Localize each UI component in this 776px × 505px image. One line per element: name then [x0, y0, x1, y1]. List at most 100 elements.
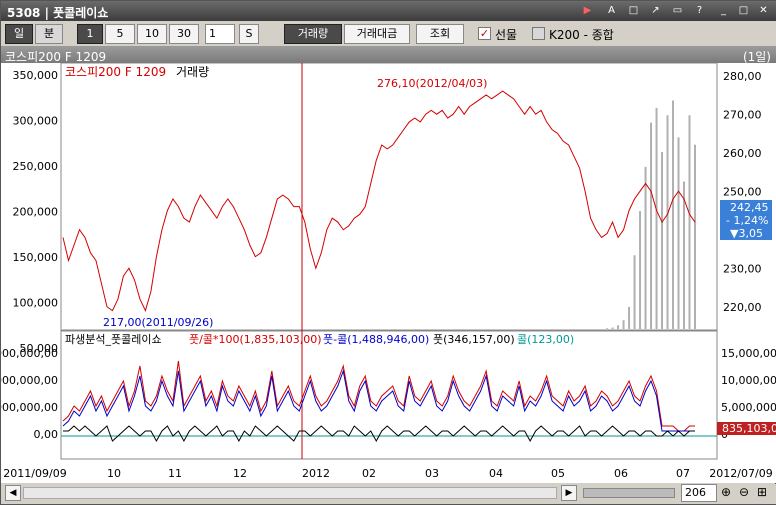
left-axis-label: 350,000: [13, 69, 59, 82]
lower-legend-name: 파생분석_풋콜레이쇼: [65, 333, 162, 346]
minimize-icon[interactable]: _: [717, 5, 730, 17]
amount-button[interactable]: 거래대금: [344, 24, 410, 44]
x-axis-label: 2011/09/09: [3, 467, 66, 480]
right-axis-label: 220,00: [723, 301, 762, 314]
volume-bar: [683, 181, 686, 329]
maximize-icon[interactable]: □: [737, 5, 750, 17]
left-axis-label: 300,000: [13, 115, 59, 128]
k200-checkbox[interactable]: [532, 27, 545, 40]
low-annotation: 217,00(2011/09/26): [103, 316, 213, 329]
left-axis-label: 200,000: [13, 206, 59, 219]
upper-legend-series1: 코스피200 F 1209: [65, 65, 166, 79]
volume-bar: [611, 327, 614, 329]
left-axis-label: 100,000: [13, 297, 59, 310]
volume-button[interactable]: 거래량: [284, 24, 342, 44]
period-input[interactable]: 1: [205, 24, 235, 44]
x-axis-label: 2012: [302, 467, 330, 480]
left-axis-label: 250,000: [13, 160, 59, 173]
price-badge-price: 242,45: [730, 201, 769, 214]
zoom-slider[interactable]: [583, 488, 675, 498]
volume-bar: [666, 115, 669, 329]
k200-label: K200 - 종합: [549, 28, 614, 42]
right-axis-label: 250,00: [723, 186, 762, 199]
lower-right-axis-label: 10,000,000: [721, 374, 776, 387]
volume-bar: [650, 122, 653, 329]
lower-badge-value: 835,103,0: [722, 422, 776, 435]
help-icon[interactable]: ?: [693, 5, 706, 17]
close-icon[interactable]: ✕: [757, 5, 770, 17]
query-button[interactable]: 조회: [416, 24, 464, 44]
lower-legend-s2: 풋-콜(1,488,946,00): [323, 333, 429, 346]
zoom-out-icon[interactable]: ⊖: [739, 485, 749, 499]
x-axis-label: 07: [676, 467, 690, 480]
futures-checkbox[interactable]: ✓: [478, 27, 491, 40]
scroll-right-button[interactable]: ▶: [561, 485, 577, 501]
lower-left-axis-label: 000,000,00: [1, 401, 58, 414]
x-axis-label: 12: [233, 467, 247, 480]
volume-bar: [661, 152, 664, 329]
volume-bar: [617, 325, 620, 329]
chart-area[interactable]: 350,000300,000250,000200,000150,000100,0…: [1, 63, 776, 483]
price-badge-change: ▼3,05: [730, 227, 763, 240]
period-10-button[interactable]: 10: [137, 24, 167, 44]
scroll-left-button[interactable]: ◀: [5, 485, 21, 501]
s-button[interactable]: S: [239, 24, 259, 44]
play-icon[interactable]: ▶: [581, 5, 594, 17]
chart-info-bar: 코스피200 F 1209 (1일): [1, 47, 776, 64]
x-axis-label: 06: [614, 467, 628, 480]
x-axis-label: 04: [489, 467, 503, 480]
lower-legend-s3: 풋(346,157,00): [433, 333, 515, 346]
lower-right-axis-label: 5,000,000: [721, 401, 776, 414]
restore-icon[interactable]: ▭: [671, 5, 684, 17]
scroll-bar: ◀ ▶ 206 ⊕ ⊖ ⊞: [1, 484, 776, 504]
lower-left-axis-label: 0,00: [34, 428, 59, 441]
zoom-in-icon[interactable]: ⊕: [721, 485, 731, 499]
x-axis-label: 05: [551, 467, 565, 480]
x-axis-label: 2012/07/09: [709, 467, 772, 480]
volume-bar: [622, 320, 625, 329]
main-window: 5308 | 풋콜레이쇼 ▶ A □ ↗ ▭ ? _ □ ✕ 일 분 1 5 1…: [0, 0, 776, 505]
minute-button[interactable]: 분: [35, 24, 63, 44]
right-axis-label: 230,00: [723, 263, 762, 276]
title-bar: 5308 | 풋콜레이쇼 ▶ A □ ↗ ▭ ? _ □ ✕: [1, 1, 776, 21]
toolbar: 일 분 1 5 10 30 1 S 거래량 거래대금 조회 ✓ 선물 K200 …: [1, 21, 776, 47]
font-icon[interactable]: A: [605, 5, 618, 17]
volume-bar: [688, 115, 691, 329]
lower-legend-s4: 콜(123,00): [517, 333, 574, 346]
fit-icon[interactable]: ⊞: [757, 485, 767, 499]
volume-bar: [644, 166, 647, 329]
upper-legend-series2: 거래량: [176, 65, 209, 79]
futures-label: 선물: [495, 28, 518, 42]
volume-bar: [606, 328, 609, 329]
right-axis-label: 260,00: [723, 147, 762, 160]
zoom-input[interactable]: 206: [681, 484, 717, 502]
volume-bar: [633, 255, 636, 329]
period-1-button[interactable]: 1: [77, 24, 103, 44]
volume-bar: [694, 144, 696, 329]
expand-icon[interactable]: ↗: [649, 5, 662, 17]
right-axis-label: 280,00: [723, 70, 762, 83]
x-axis-label: 10: [107, 467, 121, 480]
volume-bar: [677, 137, 680, 329]
left-axis-label: 150,000: [13, 251, 59, 264]
x-axis-label: 03: [425, 467, 439, 480]
period-5-button[interactable]: 5: [105, 24, 135, 44]
right-axis-label: 270,00: [723, 109, 762, 122]
chart-background: [1, 63, 776, 483]
high-annotation: 276,10(2012/04/03): [377, 77, 487, 90]
volume-bar: [655, 107, 658, 329]
lower-left-axis-label: 000,000,00: [1, 347, 58, 360]
lower-left-axis-label: 000,000,00: [1, 374, 58, 387]
x-axis-label: 02: [362, 467, 376, 480]
copy-icon[interactable]: □: [627, 5, 640, 17]
volume-bar: [639, 211, 642, 329]
window-title: 5308 | 풋콜레이쇼: [7, 6, 109, 20]
volume-bar: [628, 306, 631, 329]
day-button[interactable]: 일: [5, 24, 33, 44]
x-axis-label: 11: [168, 467, 182, 480]
price-badge-pct: - 1,24%: [726, 214, 768, 227]
period-30-button[interactable]: 30: [169, 24, 199, 44]
scroll-track[interactable]: [23, 487, 557, 499]
volume-bar: [672, 100, 675, 329]
lower-right-axis-label: 15,000,000: [721, 347, 776, 360]
